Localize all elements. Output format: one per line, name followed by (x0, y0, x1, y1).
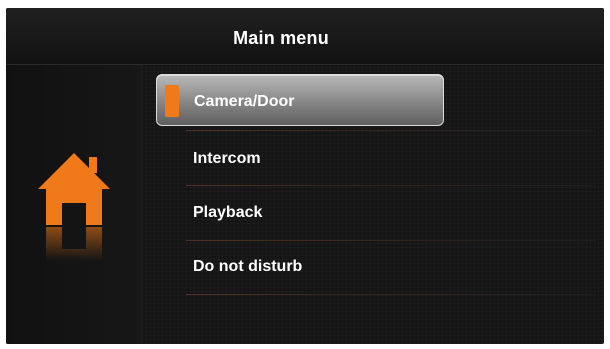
divider (186, 294, 596, 295)
menu-item-intercom[interactable]: Intercom (156, 132, 444, 184)
menu-item-label: Camera/Door (194, 93, 295, 110)
page-title: Main menu (233, 28, 329, 48)
left-panel (6, 65, 142, 344)
menu-item-camera-door[interactable]: Camera/Door (156, 74, 444, 126)
menu-item-label: Playback (193, 204, 263, 221)
menu-item-do-not-disturb[interactable]: Do not disturb (156, 240, 444, 292)
menu-item-label: Do not disturb (193, 258, 303, 275)
menu-item-label: Intercom (193, 150, 261, 167)
divider (186, 130, 596, 131)
menu-item-playback[interactable]: Playback (156, 186, 444, 238)
home-icon (38, 153, 110, 261)
main-menu-screen: Main menu Camera/Door Intercom Playback … (6, 8, 604, 344)
selection-marker (165, 85, 179, 117)
main-menu: Camera/Door Intercom Playback Do not dis… (156, 70, 596, 330)
title-bar: Main menu (6, 8, 604, 65)
